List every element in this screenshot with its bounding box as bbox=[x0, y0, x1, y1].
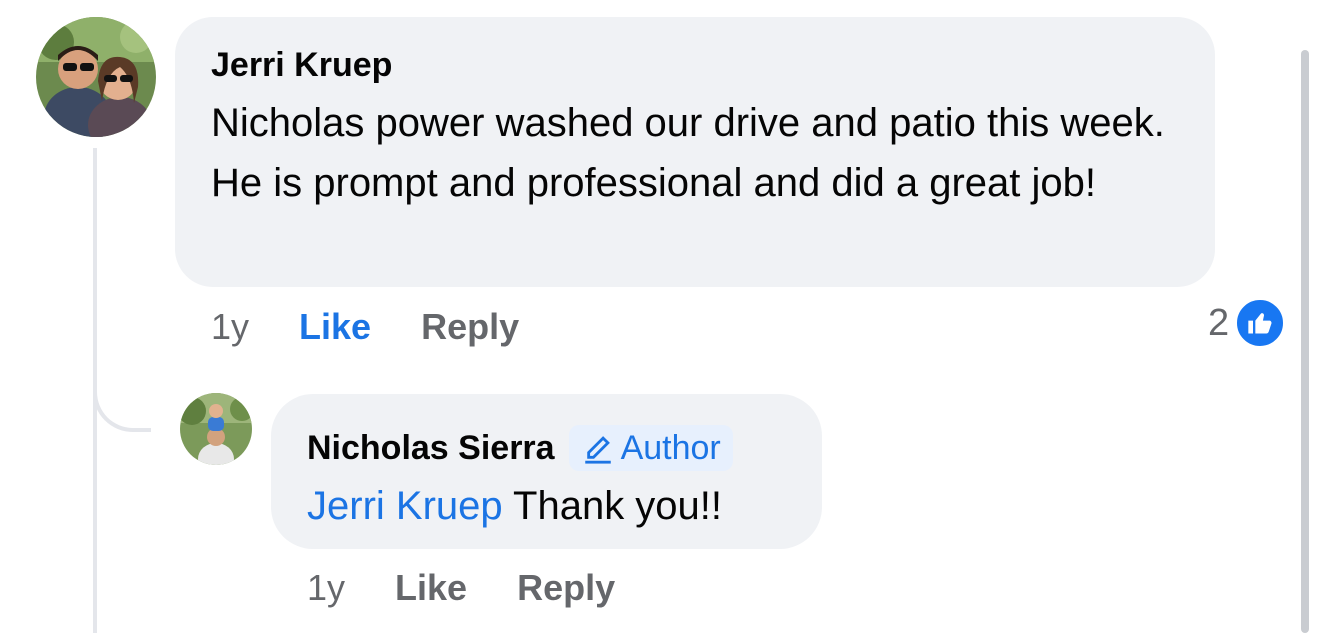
thumbs-up-icon bbox=[1235, 298, 1286, 348]
reply-message: Thank you!! bbox=[513, 484, 723, 528]
reply-like-button[interactable]: Like bbox=[395, 567, 467, 609]
reply-header: Nicholas Sierra Author bbox=[307, 424, 786, 472]
avatar-photo bbox=[36, 17, 156, 137]
like-button[interactable]: Like bbox=[299, 306, 371, 348]
author-badge: Author bbox=[568, 425, 733, 471]
avatar[interactable] bbox=[36, 17, 156, 137]
comment-actions: 1y Like Reply bbox=[211, 302, 519, 352]
reply-actions: 1y Like Reply bbox=[307, 563, 615, 613]
comment-author-name[interactable]: Jerri Kruep bbox=[211, 43, 1179, 87]
reply-text: Jerri Kruep Thank you!! bbox=[307, 480, 786, 532]
scrollbar[interactable] bbox=[1301, 50, 1309, 633]
comment-bubble: Jerri Kruep Nicholas power washed our dr… bbox=[175, 17, 1215, 287]
reply-reply-button[interactable]: Reply bbox=[517, 567, 615, 609]
reply-author-name[interactable]: Nicholas Sierra bbox=[307, 426, 555, 470]
comment-text: Nicholas power washed our drive and pati… bbox=[211, 101, 1165, 205]
comment-timestamp[interactable]: 1y bbox=[211, 306, 249, 348]
author-badge-label: Author bbox=[620, 428, 721, 467]
reaction-count: 2 bbox=[1208, 301, 1230, 344]
reaction-summary[interactable]: 2 bbox=[1208, 298, 1286, 348]
reply-connector-curve bbox=[93, 372, 151, 432]
reply-avatar[interactable] bbox=[180, 393, 252, 465]
reply-bubble: Nicholas Sierra Author Jerri Kruep Thank… bbox=[271, 394, 822, 549]
avatar-photo bbox=[180, 393, 252, 465]
pencil-icon bbox=[584, 436, 611, 464]
reply-timestamp[interactable]: 1y bbox=[307, 567, 345, 609]
comment-thread: Jerri Kruep Nicholas power washed our dr… bbox=[0, 0, 1320, 633]
reply-button[interactable]: Reply bbox=[421, 306, 519, 348]
mention-link[interactable]: Jerri Kruep bbox=[307, 484, 503, 528]
